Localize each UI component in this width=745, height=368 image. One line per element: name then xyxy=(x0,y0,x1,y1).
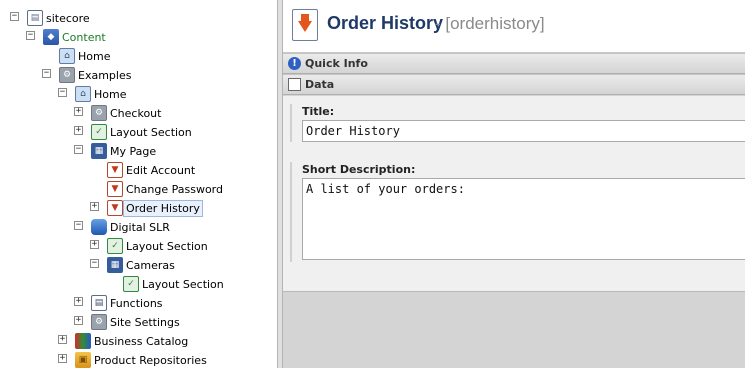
tree-item-examples[interactable]: Examples xyxy=(76,68,133,83)
title-input[interactable]: Order History xyxy=(302,120,745,142)
short-description-textarea[interactable]: A list of your orders: xyxy=(302,178,745,260)
tree-item-site-settings[interactable]: Site Settings xyxy=(108,315,182,330)
expand-toggle[interactable]: + xyxy=(58,335,67,344)
tree-item-cameras[interactable]: Cameras xyxy=(124,258,177,273)
tree-item-change-password[interactable]: Change Password xyxy=(124,182,225,197)
tree-item-digital-slr[interactable]: Digital SLR xyxy=(108,220,172,235)
data-fields: Title: Order History Short Description: … xyxy=(283,96,745,292)
short-description-label: Short Description: xyxy=(302,163,416,176)
home-icon: ⌂ xyxy=(75,86,91,102)
tree-item-layout-section[interactable]: Layout Section xyxy=(108,125,194,140)
expand-toggle[interactable]: + xyxy=(90,240,99,249)
expand-toggle[interactable]: + xyxy=(74,126,83,135)
quick-info-section[interactable]: ! Quick Info xyxy=(283,53,745,74)
collapse-toggle[interactable]: − xyxy=(74,221,83,230)
collapse-toggle[interactable]: − xyxy=(10,12,19,21)
grid-icon: ▦ xyxy=(91,143,107,159)
expand-toggle[interactable]: + xyxy=(74,107,83,116)
title-field-group: Title: Order History xyxy=(290,104,745,142)
tree-item-product-repositories[interactable]: Product Repositories xyxy=(92,353,209,368)
content-icon: ◆ xyxy=(43,29,59,45)
gear-icon: ⚙ xyxy=(91,105,107,121)
section-title: Quick Info xyxy=(305,57,368,70)
expand-toggle[interactable]: + xyxy=(90,202,99,211)
catalog-icon xyxy=(75,333,91,349)
settings-icon: ⚙ xyxy=(91,314,107,330)
editor-pane: Order History - [orderhistory] ! Quick I… xyxy=(283,0,745,368)
gear-icon: ⚙ xyxy=(59,67,75,83)
collapse-toggle[interactable]: − xyxy=(90,259,99,268)
page-icon: ▼ xyxy=(107,200,123,216)
item-key: - [orderhistory] xyxy=(435,14,545,33)
page-icon: ▼ xyxy=(107,162,123,178)
expand-toggle[interactable]: + xyxy=(74,316,83,325)
page-icon xyxy=(292,9,318,41)
tree-item-home[interactable]: Home xyxy=(76,49,112,64)
info-icon: ! xyxy=(288,57,301,70)
data-section[interactable]: Data xyxy=(283,74,745,95)
collapse-toggle[interactable]: − xyxy=(42,69,51,78)
tree-item-sitecore[interactable]: sitecore xyxy=(44,11,92,26)
data-icon xyxy=(288,78,301,91)
layout-icon: ✓ xyxy=(91,124,107,140)
expand-toggle[interactable]: + xyxy=(74,297,83,306)
tree-item-business-catalog[interactable]: Business Catalog xyxy=(92,334,190,349)
box-icon: ▣ xyxy=(75,352,91,368)
tree-item-content[interactable]: Content xyxy=(60,30,108,45)
tree-item-examples-home[interactable]: Home xyxy=(92,87,128,102)
item-header: Order History - [orderhistory] xyxy=(283,0,745,53)
database-icon xyxy=(91,219,107,235)
collapse-toggle[interactable]: − xyxy=(58,88,67,97)
collapse-toggle[interactable]: − xyxy=(26,31,35,40)
layout-icon: ✓ xyxy=(123,276,139,292)
collapse-toggle[interactable]: − xyxy=(74,145,83,154)
short-description-field-group: Short Description: A list of your orders… xyxy=(290,162,745,262)
tree-item-functions[interactable]: Functions xyxy=(108,296,165,311)
expand-toggle[interactable]: + xyxy=(58,354,67,363)
functions-icon: ▤ xyxy=(91,295,107,311)
title-label: Title: xyxy=(302,105,335,118)
tree-item-layout-section-2[interactable]: Layout Section xyxy=(124,239,210,254)
document-icon: ▤ xyxy=(27,10,43,26)
page-icon: ▼ xyxy=(107,181,123,197)
page-title: Order History xyxy=(327,13,444,33)
tree-item-layout-section-3[interactable]: Layout Section xyxy=(140,277,226,292)
tree-item-order-history[interactable]: Order History xyxy=(123,200,203,217)
home-icon: ⌂ xyxy=(59,48,75,64)
grid-icon: ▦ xyxy=(107,257,123,273)
content-tree: − ▤ sitecore − ◆ Content ⌂ Home − ⚙ Exam… xyxy=(0,0,277,368)
tree-item-my-page[interactable]: My Page xyxy=(108,144,158,159)
section-title: Data xyxy=(305,78,335,91)
layout-icon: ✓ xyxy=(107,238,123,254)
tree-item-edit-account[interactable]: Edit Account xyxy=(124,163,197,178)
tree-item-checkout[interactable]: Checkout xyxy=(108,106,163,121)
